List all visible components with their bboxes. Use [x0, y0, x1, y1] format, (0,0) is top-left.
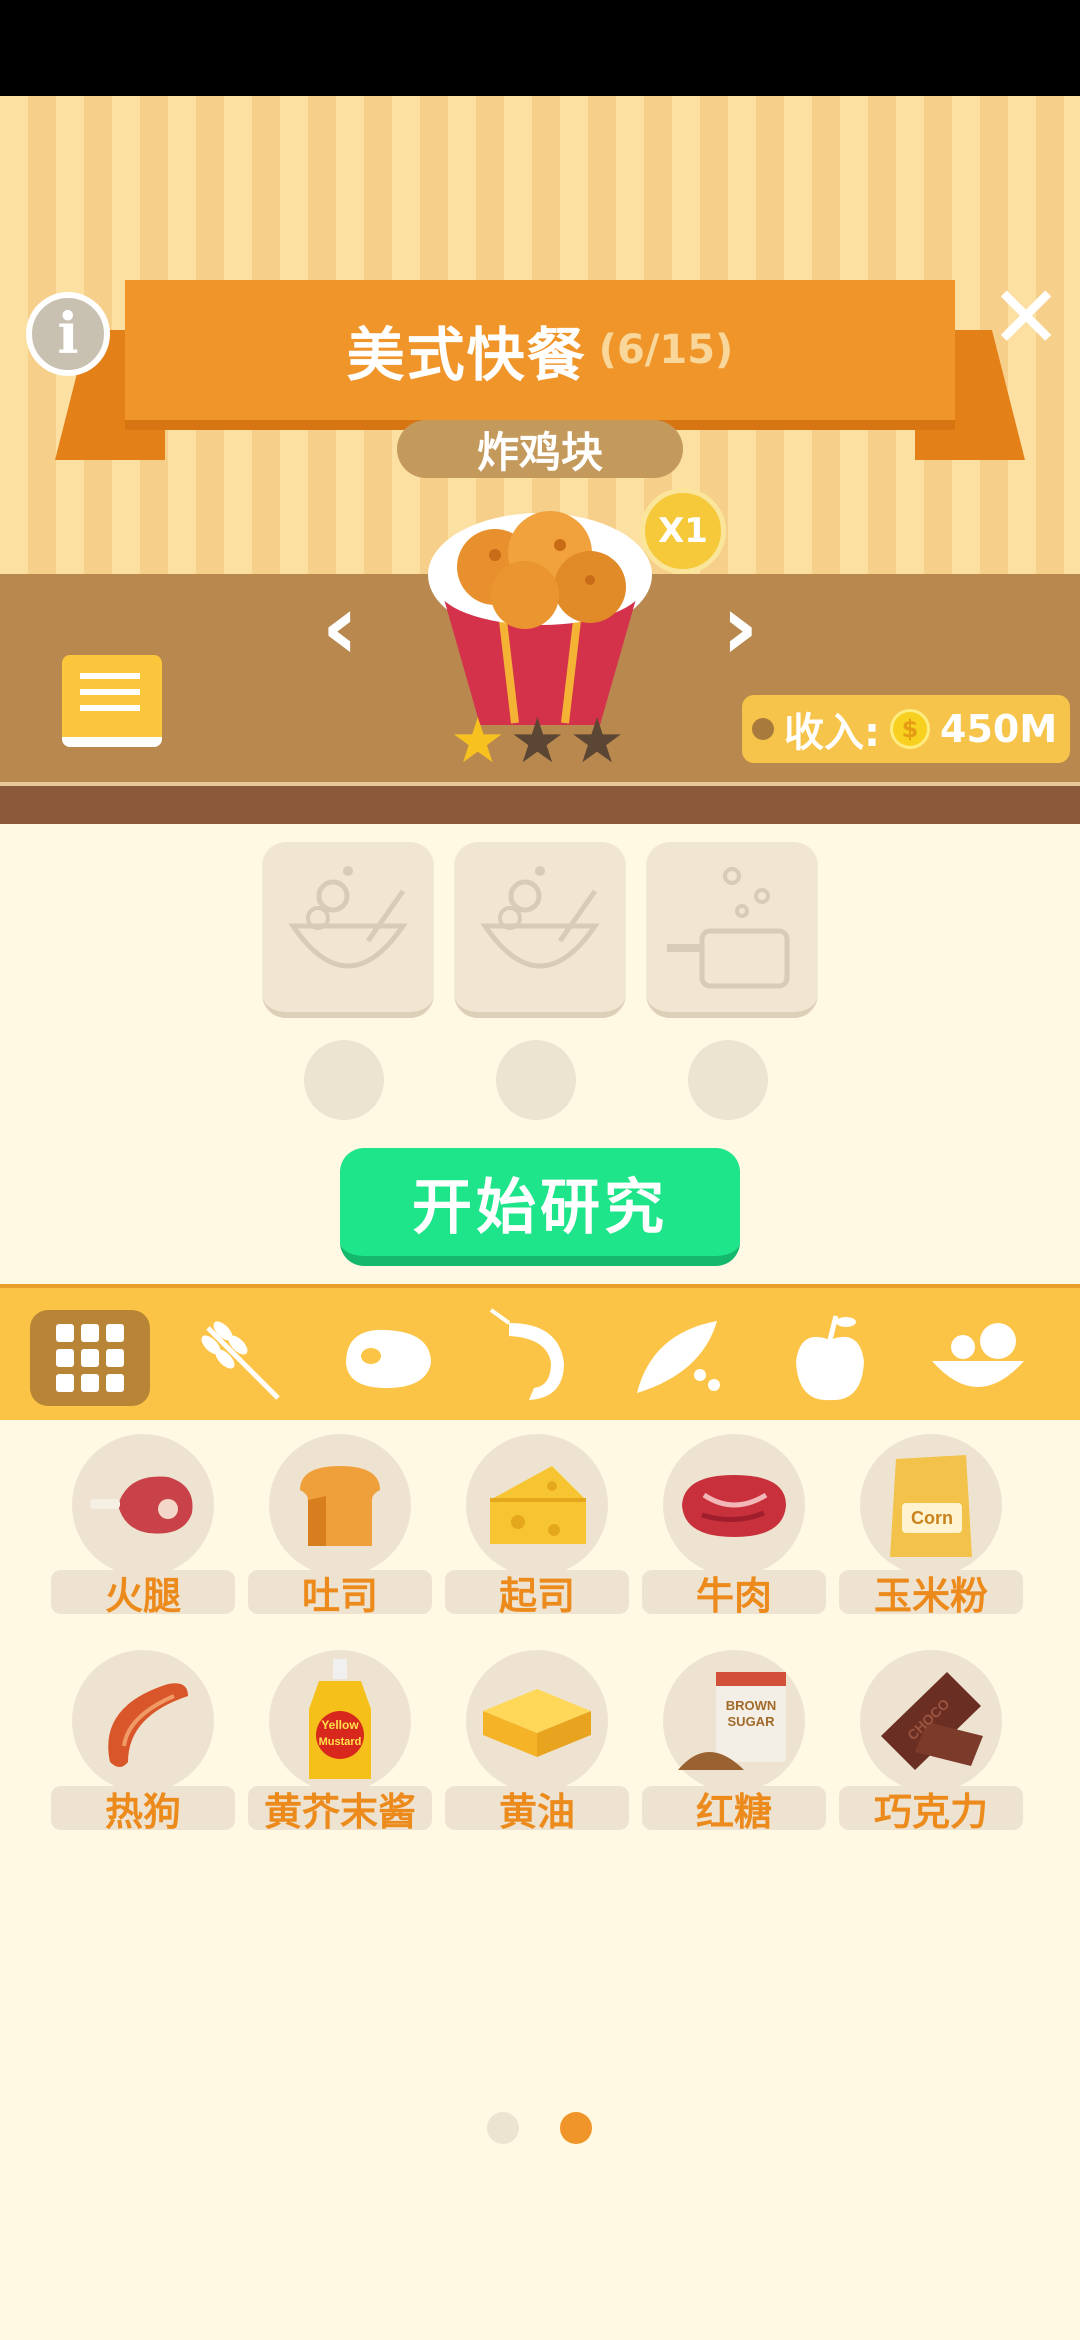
ingredient-circle: Corn: [860, 1434, 1002, 1576]
svg-text:Mustard: Mustard: [319, 1736, 362, 1748]
research-slot[interactable]: [646, 842, 818, 1018]
dish-name: 炸鸡块: [397, 420, 683, 478]
ingredient-name: 黄芥末酱: [248, 1786, 432, 1834]
star-icon: ★: [450, 704, 506, 777]
income-badge: 收入: $ 450M: [742, 695, 1070, 763]
ingredient-card[interactable]: 火腿: [51, 1434, 237, 1618]
page-indicator-1[interactable]: [487, 2112, 519, 2144]
ingredient-card[interactable]: CHOCO 巧克力: [839, 1650, 1025, 1834]
info-icon: i: [57, 301, 79, 367]
mixing-bowl-icon: [288, 866, 408, 969]
toast-icon: [300, 1466, 380, 1546]
ingredient-name: 起司: [445, 1570, 629, 1618]
category-tab-grains[interactable]: [178, 1310, 298, 1406]
ingredient-circle: [72, 1434, 214, 1576]
star-icon: ★: [509, 704, 566, 777]
collection-progress: (6/15): [598, 327, 734, 373]
ingredient-card[interactable]: BROWN SUGAR 红糖: [642, 1650, 828, 1834]
chevron-left-icon: ‹: [321, 574, 359, 680]
income-value: 450M: [940, 707, 1058, 751]
cornmeal-icon: Corn: [890, 1455, 972, 1557]
level-badge: X1: [640, 488, 726, 574]
slot-indicator: [304, 1040, 384, 1120]
chevron-right-icon: ›: [721, 574, 759, 680]
page-indicator-2[interactable]: [560, 2112, 592, 2144]
mixing-bowl-icon: [480, 866, 600, 969]
meat-icon: [346, 1329, 431, 1388]
ingredient-card[interactable]: 黄油: [445, 1650, 631, 1834]
counter-edge: [0, 782, 1080, 824]
svg-text:BROWN: BROWN: [726, 1698, 777, 1713]
ingredient-name: 热狗: [51, 1786, 235, 1834]
next-dish-button[interactable]: ›: [708, 575, 772, 680]
category-tabs: [0, 1284, 1080, 1420]
info-button[interactable]: i: [26, 292, 110, 376]
category-tab-fruits[interactable]: [770, 1310, 890, 1406]
ingredient-card[interactable]: 热狗: [51, 1650, 237, 1834]
ingredient-circle: [466, 1434, 608, 1576]
beef-icon: [682, 1475, 786, 1537]
category-tab-all[interactable]: [30, 1310, 150, 1406]
ingredient-card[interactable]: 吐司: [248, 1434, 434, 1618]
ingredient-circle: [72, 1650, 214, 1792]
research-slot[interactable]: [454, 842, 626, 1018]
grid-icon: [56, 1324, 124, 1392]
ingredient-circle: Yellow Mustard: [269, 1650, 411, 1792]
ingredient-name: 牛肉: [642, 1570, 826, 1618]
ingredient-card[interactable]: Yellow Mustard 黄芥末酱: [248, 1650, 434, 1834]
category-tab-seafood[interactable]: [474, 1308, 594, 1406]
ingredient-name: 玉米粉: [839, 1570, 1023, 1618]
recipe-book-button[interactable]: [62, 655, 162, 747]
svg-text:SUGAR: SUGAR: [728, 1714, 776, 1729]
page-title: 美式快餐: [346, 321, 587, 389]
ingredient-card[interactable]: Corn 玉米粉: [839, 1434, 1025, 1618]
ingredient-circle: BROWN SUGAR: [663, 1650, 805, 1792]
ingredient-circle: [466, 1650, 608, 1792]
title-ribbon: 美式快餐 (6/15): [125, 280, 955, 430]
svg-text:Yellow: Yellow: [321, 1718, 359, 1732]
ingredient-name: 火腿: [51, 1570, 235, 1618]
svg-text:Corn: Corn: [911, 1508, 953, 1528]
close-icon: ✕: [989, 268, 1063, 368]
apple-icon: [796, 1315, 864, 1401]
pot-icon: [667, 867, 790, 989]
dish-rating: ★ ★ ★: [450, 710, 625, 772]
status-bar: [0, 0, 1080, 96]
peas-icon: [637, 1321, 720, 1393]
category-tab-vegetables[interactable]: [622, 1310, 742, 1406]
prev-dish-button[interactable]: ‹: [308, 575, 372, 680]
mustard-icon: Yellow Mustard: [309, 1659, 371, 1779]
slot-indicator: [496, 1040, 576, 1120]
close-button[interactable]: ✕: [986, 268, 1066, 368]
ingredient-name: 吐司: [248, 1570, 432, 1618]
fried-chicken-bucket-icon: [428, 511, 652, 725]
ham-icon: [90, 1476, 193, 1534]
chocolate-icon: CHOCO: [881, 1672, 983, 1770]
cheese-icon: [490, 1466, 586, 1544]
research-slot[interactable]: [262, 842, 434, 1018]
ingredient-card[interactable]: 牛肉: [642, 1434, 828, 1618]
ingredient-circle: [663, 1434, 805, 1576]
star-icon: ★: [569, 704, 625, 777]
ingredient-name: 巧克力: [839, 1786, 1023, 1834]
shrimp-icon: [489, 1308, 564, 1400]
coin-icon: $: [890, 709, 930, 749]
start-research-button[interactable]: 开始研究: [340, 1148, 740, 1266]
ingredient-circle: [269, 1434, 411, 1576]
brown-sugar-icon: BROWN SUGAR: [678, 1672, 786, 1770]
butter-icon: [483, 1689, 591, 1757]
salad-bowl-icon: [932, 1323, 1024, 1387]
ingredient-circle: CHOCO: [860, 1650, 1002, 1792]
ingredient-name: 黄油: [445, 1786, 629, 1834]
income-label: 收入:: [784, 710, 880, 756]
category-tab-meat[interactable]: [326, 1310, 446, 1406]
ingredient-name: 红糖: [642, 1786, 826, 1834]
category-tab-salads[interactable]: [918, 1310, 1038, 1406]
sausage-icon: [108, 1683, 188, 1767]
ingredient-card[interactable]: 起司: [445, 1434, 631, 1618]
slot-indicator: [688, 1040, 768, 1120]
wheat-icon: [201, 1321, 280, 1400]
bullet-dot: [752, 718, 774, 740]
